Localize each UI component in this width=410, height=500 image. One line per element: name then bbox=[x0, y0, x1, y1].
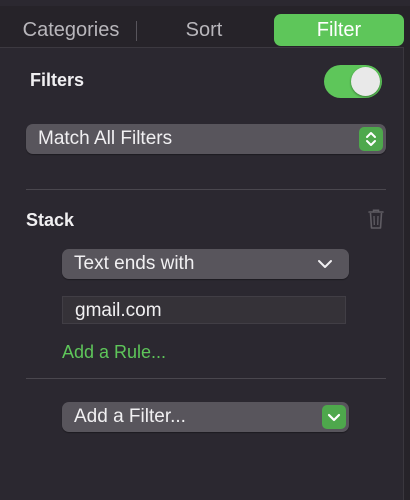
match-mode-select[interactable]: Match All Filters bbox=[26, 124, 386, 154]
filter-panel: Categories Sort Filter Filters Match All… bbox=[0, 0, 410, 500]
chevron-down-icon[interactable] bbox=[322, 405, 346, 429]
stack-heading: Stack bbox=[26, 210, 75, 230]
rule-condition-select[interactable]: Text ends with bbox=[62, 249, 349, 279]
toggle-knob bbox=[351, 67, 380, 96]
tab-filter[interactable]: Filter bbox=[274, 14, 404, 46]
tab-sort[interactable]: Sort bbox=[140, 14, 268, 46]
filters-toggle[interactable] bbox=[324, 65, 382, 98]
tab-baseline bbox=[0, 47, 404, 48]
segmented-control: Categories Sort Filter bbox=[0, 14, 410, 48]
chevron-down-icon bbox=[317, 256, 333, 272]
section-divider bbox=[26, 378, 386, 379]
add-filter-label: Add a Filter... bbox=[74, 406, 186, 427]
rule-condition-label: Text ends with bbox=[74, 253, 195, 274]
add-rule-link[interactable]: Add a Rule... bbox=[62, 342, 166, 363]
add-filter-select[interactable]: Add a Filter... bbox=[62, 402, 349, 432]
rule-value-input[interactable]: gmail.com bbox=[62, 296, 346, 324]
up-down-chevron-icon[interactable] bbox=[359, 127, 383, 151]
tab-divider bbox=[136, 21, 137, 41]
trash-icon[interactable] bbox=[366, 208, 386, 230]
match-mode-label: Match All Filters bbox=[38, 128, 173, 149]
top-edge bbox=[0, 0, 410, 6]
filters-heading: Filters bbox=[30, 70, 85, 90]
tab-categories[interactable]: Categories bbox=[6, 14, 136, 46]
section-divider bbox=[26, 189, 386, 190]
